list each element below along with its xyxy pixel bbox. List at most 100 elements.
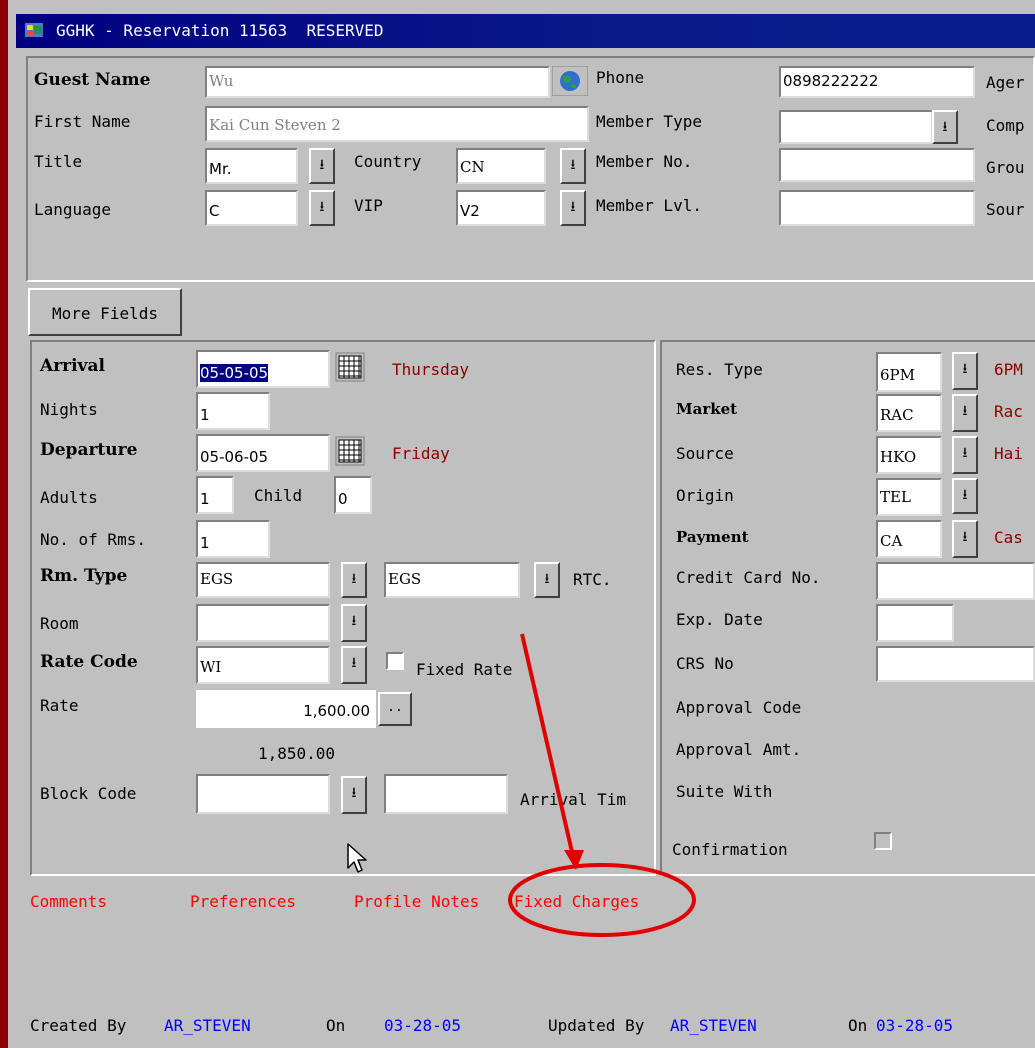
guest-name-label: Guest Name [34, 70, 151, 90]
dropdown-arrow-icon: ⭳ [351, 613, 357, 629]
created-on-label: On [326, 1016, 346, 1035]
block-code-field[interactable] [196, 774, 330, 814]
payment-dropdown[interactable]: ⭳ [952, 520, 978, 558]
exp-date-field[interactable] [876, 604, 954, 642]
globe-icon[interactable] [552, 66, 588, 96]
arrival-value: 05-05-05 [200, 364, 269, 382]
block-code-dropdown[interactable]: ⭳ [341, 776, 367, 814]
guest-name-field[interactable]: Wu [205, 66, 550, 98]
rooms-field[interactable]: 1 [196, 520, 270, 558]
source-desc: Hai [994, 444, 1023, 463]
rate-code-label: Rate Code [40, 652, 138, 672]
comments-link[interactable]: Comments [30, 892, 107, 911]
room-dropdown[interactable]: ⭳ [341, 604, 367, 642]
dropdown-arrow-icon: ⭳ [319, 157, 325, 173]
adults-field[interactable]: 1 [196, 476, 234, 514]
title-label: Title [34, 152, 83, 171]
origin-label: Origin [676, 486, 734, 505]
child-label: Child [254, 486, 303, 505]
dropdown-arrow-icon: ⭳ [351, 571, 357, 587]
departure-field[interactable]: 05-06-05 [196, 434, 330, 472]
res-type-field[interactable]: 6PM [876, 352, 942, 392]
confirmation-checkbox[interactable] [874, 832, 892, 850]
vip-dropdown[interactable]: ⭳ [560, 190, 586, 226]
rate-code-field[interactable]: WI [196, 646, 330, 684]
rate-code-dropdown[interactable]: ⭳ [341, 646, 367, 684]
agent-label: Ager [986, 73, 1025, 92]
fixed-rate-checkbox[interactable] [386, 652, 404, 670]
source-field[interactable]: HKO [876, 436, 942, 474]
room-field[interactable] [196, 604, 330, 642]
title-dropdown[interactable]: ⭳ [309, 148, 335, 184]
rate-field[interactable]: 1,600.00 [196, 690, 376, 728]
rate-label: Rate [40, 696, 79, 715]
created-on-value: 03-28-05 [384, 1016, 462, 1035]
arrival-time-field[interactable] [384, 774, 508, 814]
updated-on-value: 03-28-05 [876, 1016, 954, 1035]
origin-field[interactable]: TEL [876, 478, 942, 516]
rm-type-dropdown[interactable]: ⭳ [341, 562, 367, 598]
language-field[interactable]: C [205, 190, 298, 226]
member-type-field[interactable] [779, 110, 933, 144]
suite-with-label: Suite With [676, 782, 773, 801]
arrival-field[interactable]: 05-05-05 [196, 350, 330, 388]
dropdown-arrow-icon: ⭳ [962, 487, 968, 503]
preferences-link[interactable]: Preferences [190, 892, 296, 911]
language-dropdown[interactable]: ⭳ [309, 190, 335, 226]
window-title: GGHK - Reservation 11563 RESERVED [56, 21, 384, 40]
payment-label: Payment [676, 528, 749, 546]
market-dropdown[interactable]: ⭳ [952, 394, 978, 432]
payment-field[interactable]: CA [876, 520, 942, 558]
res-type-dropdown[interactable]: ⭳ [952, 352, 978, 390]
crs-no-label: CRS No [676, 654, 734, 673]
dropdown-arrow-icon: ⭳ [570, 199, 576, 215]
origin-dropdown[interactable]: ⭳ [952, 478, 978, 514]
screenshot-frame: GGHK - Reservation 11563 RESERVED Guest … [0, 0, 1035, 1048]
rtc-dropdown[interactable]: ⭳ [534, 562, 560, 598]
title-field[interactable]: Mr. [205, 148, 298, 184]
crs-no-field[interactable] [876, 646, 1035, 682]
dropdown-arrow-icon: ⭳ [319, 199, 325, 215]
more-fields-button[interactable]: More Fields [28, 288, 182, 336]
adults-label: Adults [40, 488, 98, 507]
vip-label: VIP [354, 196, 383, 215]
calendar-icon[interactable] [335, 352, 365, 382]
block-code-label: Block Code [40, 784, 137, 803]
fixed-rate-label: Fixed Rate [416, 660, 513, 679]
approval-code-label: Approval Code [676, 698, 802, 717]
title-bar[interactable]: GGHK - Reservation 11563 RESERVED [16, 14, 1035, 48]
updated-by-value: AR_STEVEN [670, 1016, 757, 1035]
app-icon [25, 23, 43, 37]
child-field[interactable]: 0 [334, 476, 372, 514]
member-no-field[interactable] [779, 148, 975, 182]
arrival-time-label: Arrival Tim [520, 790, 626, 809]
updated-on-label: On [848, 1016, 868, 1035]
dropdown-arrow-icon: ⭳ [351, 785, 357, 801]
approval-amt-label: Approval Amt. [676, 740, 802, 759]
member-type-dropdown[interactable]: ⭳ [932, 110, 958, 144]
member-no-label: Member No. [596, 152, 693, 171]
fixed-charges-link[interactable]: Fixed Charges [514, 892, 640, 911]
arrival-label: Arrival [40, 356, 105, 376]
market-field[interactable]: RAC [876, 394, 942, 432]
phone-field[interactable]: 0898222222 [779, 66, 975, 98]
vip-field[interactable]: V2 [456, 190, 546, 226]
country-dropdown[interactable]: ⭳ [560, 148, 586, 184]
left-red-border [0, 0, 8, 1048]
dropdown-arrow-icon: ⭳ [351, 655, 357, 671]
dropdown-arrow-icon: ⭳ [962, 361, 968, 377]
first-name-field[interactable]: Kai Cun Steven 2 [205, 106, 589, 142]
profile-notes-link[interactable]: Profile Notes [354, 892, 479, 911]
nights-field[interactable]: 1 [196, 392, 270, 430]
country-field[interactable]: CN [456, 148, 546, 184]
rtc-field[interactable]: EGS [384, 562, 520, 598]
credit-card-field[interactable] [876, 562, 1035, 600]
rm-type-field[interactable]: EGS [196, 562, 330, 598]
member-lvl-label: Member Lvl. [596, 196, 702, 215]
source-dropdown[interactable]: ⭳ [952, 436, 978, 474]
group-label: Grou [986, 158, 1025, 177]
member-lvl-field[interactable] [779, 190, 975, 226]
calendar-icon[interactable] [335, 436, 365, 466]
rate-details-button[interactable]: .. [378, 692, 412, 726]
rm-type-label: Rm. Type [40, 566, 128, 586]
